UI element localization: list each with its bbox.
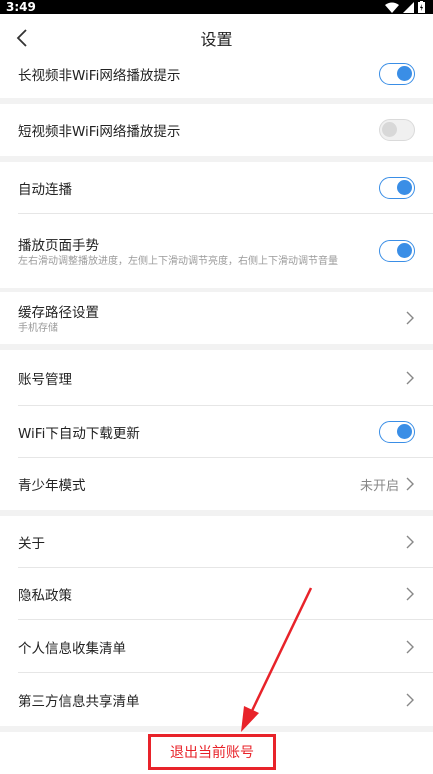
row-label: 短视频非WiFi网络播放提示 [18,124,181,140]
status-time: 3:49 [6,0,36,14]
row-gesture: 播放页面手势 左右滑动调整播放进度，左侧上下滑动调节亮度，右侧上下滑动调节音量 [0,214,433,288]
toggle-knob [397,243,412,258]
gesture-toggle[interactable] [379,240,415,262]
section-cache: 缓存路径设置 手机存储 [0,292,433,344]
wifi-icon [385,2,399,13]
row-privacy-policy[interactable]: 隐私政策 [0,568,433,620]
row-third-party[interactable]: 第三方信息共享清单 [0,673,433,726]
row-label: 关于 [18,536,45,552]
logout-label: 退出当前账号 [170,745,254,761]
status-bar: 3:49 [0,0,433,14]
section-account: 账号管理 WiFi下自动下载更新 青少年模式 未开启 [0,350,433,510]
toggle-knob [382,122,397,137]
chevron-right-icon [406,311,414,325]
toggle-knob [397,66,412,81]
toggle-knob [397,424,412,439]
nav-bar: 设置 [0,14,433,62]
chevron-right-icon [406,640,414,653]
logout-button[interactable]: 退出当前账号 [148,734,276,770]
chevron-right-icon [406,587,414,601]
row-label: 缓存路径设置 [18,305,99,321]
short-video-toggle[interactable] [379,119,415,141]
section-playback: 自动连播 播放页面手势 左右滑动调整播放进度，左侧上下滑动调节亮度，右侧上下滑动… [0,162,433,288]
section-about: 关于 隐私政策 个人信息收集清单 第三方信息共享清单 [0,516,433,726]
chevron-right-icon [406,693,414,706]
long-video-toggle[interactable] [379,63,415,85]
row-short-video: 短视频非WiFi网络播放提示 [0,104,433,156]
row-personal-info[interactable]: 个人信息收集清单 [0,620,433,673]
section-long-video: 长视频非WiFi网络播放提示 [0,62,433,98]
row-label: 播放页面手势 [18,238,99,254]
toggle-knob [397,180,412,195]
row-label: 第三方信息共享清单 [18,693,140,710]
row-long-video: 长视频非WiFi网络播放提示 [0,62,433,86]
row-description: 手机存储 [18,323,58,334]
row-account[interactable]: 账号管理 [0,350,433,406]
status-icons [385,1,425,13]
autoplay-toggle[interactable] [379,177,415,199]
row-description: 左右滑动调整播放进度，左侧上下滑动调节亮度，右侧上下滑动调节音量 [18,256,338,267]
chevron-right-icon [406,535,414,549]
row-label: 长视频非WiFi网络播放提示 [18,68,181,84]
back-button[interactable] [10,26,34,50]
chevron-right-icon [406,371,414,385]
row-cache-path[interactable]: 缓存路径设置 手机存储 [0,292,433,344]
signal-icon [403,1,414,13]
row-label: 隐私政策 [18,588,72,604]
row-label: 个人信息收集清单 [18,640,126,657]
chevron-left-icon [16,29,27,47]
row-autoplay: 自动连播 [0,162,433,214]
section-short-video: 短视频非WiFi网络播放提示 [0,104,433,156]
row-youth-mode[interactable]: 青少年模式 未开启 [0,458,433,510]
battery-icon [418,1,425,13]
chevron-right-icon [406,477,414,491]
row-label: 自动连播 [18,182,72,198]
row-about[interactable]: 关于 [0,516,433,568]
page-title: 设置 [200,30,233,49]
row-label: WiFi下自动下载更新 [18,426,140,442]
youth-mode-status: 未开启 [359,478,399,494]
wifi-update-toggle[interactable] [379,421,415,443]
row-label: 账号管理 [18,372,72,388]
row-label: 青少年模式 [18,478,86,494]
row-wifi-update: WiFi下自动下载更新 [0,406,433,458]
